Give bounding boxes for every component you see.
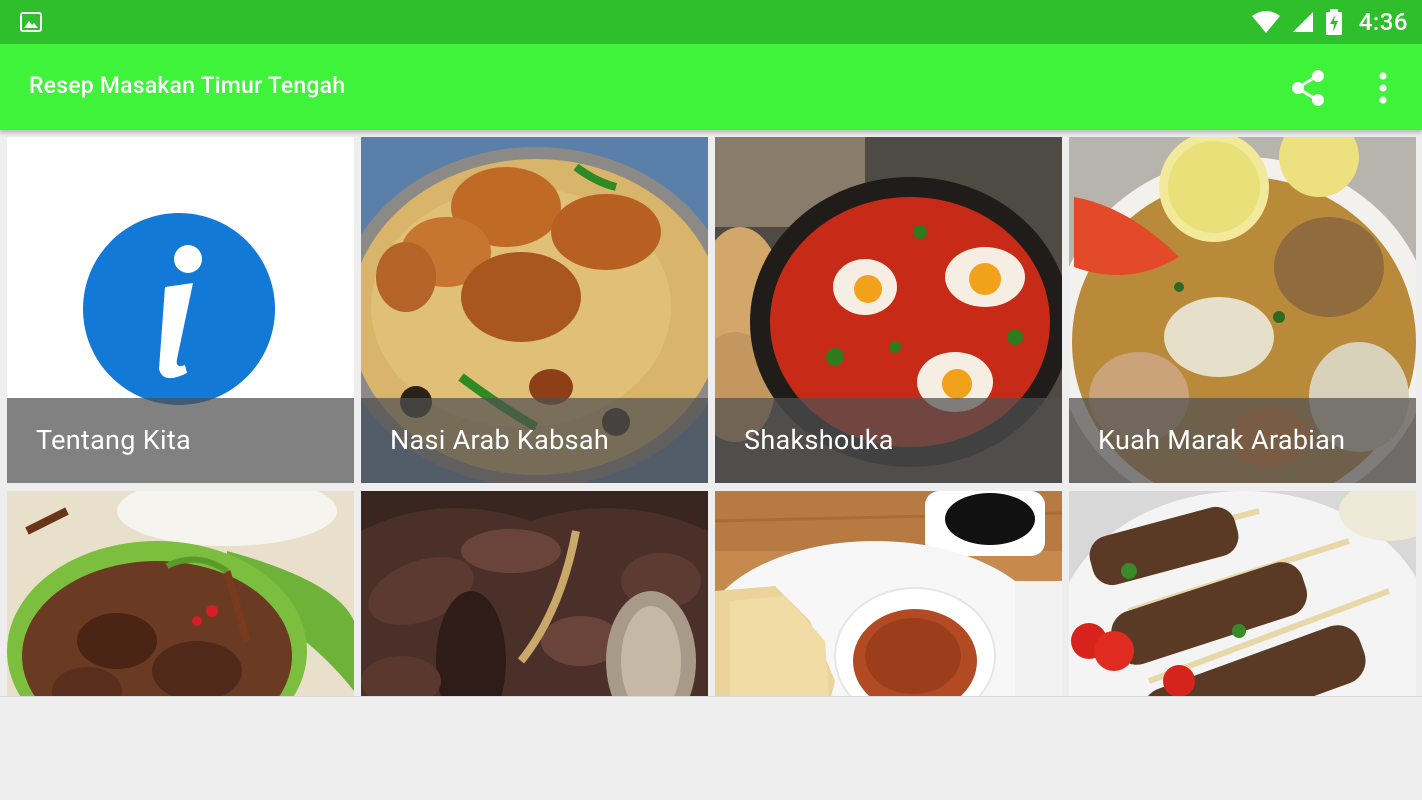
wifi-icon: [1251, 11, 1280, 33]
battery-charging-icon: [1325, 9, 1342, 35]
grid-bottom-divider: [0, 696, 1422, 697]
grid-item-label: Tentang Kita: [36, 424, 191, 456]
kebab-photo: [1069, 491, 1416, 696]
grid-item-caption: Tentang Kita: [7, 398, 354, 483]
app-bar: Resep Masakan Timur Tengah: [0, 44, 1422, 130]
grid-item-caption: Shakshouka: [715, 398, 1062, 483]
grid-item-nasi-arab-kabsah[interactable]: Nasi Arab Kabsah: [361, 137, 708, 483]
status-bar: 4:36: [0, 0, 1422, 44]
grid-item-beef-curry[interactable]: [7, 491, 354, 696]
recipe-grid: Tentang Kita Nasi Arab Kabsah Shakshouka…: [0, 130, 1422, 696]
grid-item-kebab[interactable]: [1069, 491, 1416, 696]
grid-item-label: Kuah Marak Arabian: [1098, 424, 1346, 456]
grid-item-tentang-kita[interactable]: Tentang Kita: [7, 137, 354, 483]
more-vert-icon[interactable]: [1366, 68, 1400, 108]
grid-item-caption: Kuah Marak Arabian: [1069, 398, 1416, 483]
grid-item-label: Nasi Arab Kabsah: [390, 424, 610, 456]
grid-item-beef-stir[interactable]: [361, 491, 708, 696]
beef-curry-photo: [7, 491, 354, 696]
flatbread-photo: [715, 491, 1062, 696]
grid-item-shakshouka[interactable]: Shakshouka: [715, 137, 1062, 483]
status-clock: 4:36: [1358, 8, 1408, 36]
grid-item-caption: Nasi Arab Kabsah: [361, 398, 708, 483]
share-icon[interactable]: [1288, 68, 1328, 108]
status-icons: 4:36: [1251, 0, 1408, 44]
grid-item-flatbread-dip[interactable]: [715, 491, 1062, 696]
grid-item-label: Shakshouka: [744, 424, 894, 456]
app-title: Resep Masakan Timur Tengah: [29, 72, 346, 99]
grid-item-kuah-marak-arabian[interactable]: Kuah Marak Arabian: [1069, 137, 1416, 483]
cell-signal-icon: [1292, 12, 1313, 32]
beef-stir-photo: [361, 491, 708, 696]
gallery-icon: [20, 12, 42, 32]
